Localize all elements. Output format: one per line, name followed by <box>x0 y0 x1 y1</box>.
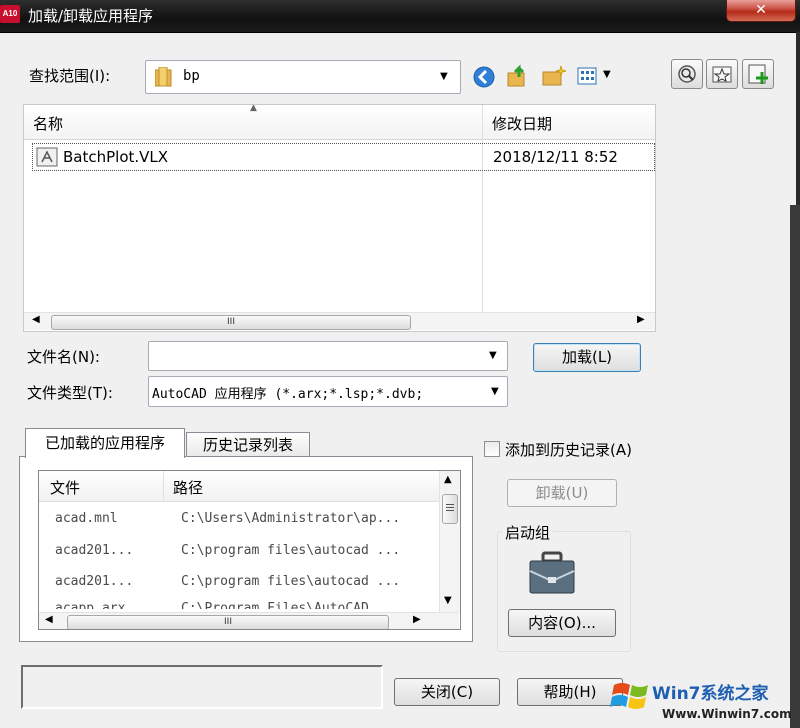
folder-icon <box>155 67 172 87</box>
new-folder-icon[interactable] <box>541 64 567 88</box>
column-divider[interactable] <box>482 105 483 331</box>
hscroll-thumb[interactable]: III <box>51 315 411 330</box>
column-header-path[interactable]: 路径 <box>173 477 203 498</box>
app-row-path[interactable]: C:\Users\Administrator\ap... <box>181 511 400 526</box>
scroll-left-arrow-icon[interactable]: ◀ <box>45 614 53 625</box>
lookin-value: bp <box>183 68 200 84</box>
back-icon[interactable] <box>472 65 496 89</box>
lookin-label: 查找范围(I): <box>29 67 111 85</box>
file-row-batchplot[interactable]: BatchPlot.VLX 2018/12/11 8:52 <box>32 143 655 171</box>
file-name: BatchPlot.VLX <box>63 148 169 166</box>
scroll-up-arrow-icon[interactable]: ▲ <box>444 474 452 485</box>
filetype-value: AutoCAD 应用程序 (*.arx;*.lsp;*.dvb; <box>152 387 424 402</box>
contents-button[interactable]: 内容(O)... <box>508 609 616 637</box>
file-date: 2018/12/11 8:52 <box>493 148 618 166</box>
status-box <box>21 665 383 709</box>
chevron-down-icon[interactable]: ▼ <box>489 386 499 397</box>
tab-loaded-apps[interactable]: 已加载的应用程序 <box>25 428 185 458</box>
lookin-combo[interactable]: bp ▼ <box>145 60 461 94</box>
watermark: Win7系统之家 Www.Winwin7.com <box>610 673 800 728</box>
filename-combo[interactable]: ▼ <box>148 341 508 371</box>
app-row-file[interactable]: acad.mnl <box>55 511 118 526</box>
watermark-brand: Win7系统之家 <box>652 684 769 704</box>
title-bar: A10 加载/卸载应用程序 ✕ <box>0 0 800 33</box>
search-web-icon <box>678 65 696 83</box>
filetype-label: 文件类型(T): <box>27 384 113 402</box>
add-favorite-button[interactable] <box>742 59 774 89</box>
favorites-button[interactable] <box>706 59 738 89</box>
load-button[interactable]: 加载(L) <box>533 343 641 372</box>
apps-table-vscrollbar[interactable]: ▲ ▼ <box>439 471 460 612</box>
column-divider[interactable] <box>163 471 164 501</box>
app-row-path[interactable]: C:\Program Files\AutoCAD ... <box>181 601 400 609</box>
app-row-path[interactable]: C:\program files\autocad ... <box>181 543 400 558</box>
app-row-file[interactable]: acapp.arx <box>55 601 125 609</box>
file-list[interactable]: 名称 ▲ 修改日期 BatchPlot.VLX 2018/12/11 8:52 … <box>23 104 656 332</box>
unload-button[interactable]: 卸载(U) <box>507 479 617 507</box>
app-row-file[interactable]: acad201... <box>55 574 133 589</box>
up-folder-icon[interactable] <box>505 63 531 89</box>
windows-logo-icon <box>610 683 648 709</box>
window-close-button[interactable]: ✕ <box>726 0 796 22</box>
chevron-down-icon[interactable]: ▼ <box>440 71 448 82</box>
sort-ascending-icon: ▲ <box>250 104 257 113</box>
app-row-path[interactable]: C:\program files\autocad ... <box>181 574 400 589</box>
search-web-button[interactable] <box>671 59 703 89</box>
favorites-icon <box>712 66 732 83</box>
background-window-edge <box>790 205 800 728</box>
scroll-down-arrow-icon[interactable]: ▼ <box>444 595 452 606</box>
file-list-header <box>24 105 655 140</box>
close-button[interactable]: 关闭(C) <box>394 678 500 706</box>
help-button[interactable]: 帮助(H) <box>517 678 623 706</box>
scroll-left-arrow-icon[interactable]: ◀ <box>32 314 40 325</box>
history-checkbox[interactable] <box>484 441 500 457</box>
scroll-right-arrow-icon[interactable]: ▶ <box>413 614 421 625</box>
file-list-hscrollbar[interactable]: ◀ III ▶ <box>24 312 655 330</box>
apps-table-header <box>39 471 439 502</box>
watermark-url: Www.Winwin7.com <box>662 707 792 721</box>
scroll-right-arrow-icon[interactable]: ▶ <box>637 314 645 325</box>
column-header-file[interactable]: 文件 <box>50 477 80 498</box>
add-favorite-icon <box>748 64 768 84</box>
loaded-apps-table[interactable]: 文件 路径 acad.mnl C:\Users\Administrator\ap… <box>38 470 461 630</box>
filetype-combo[interactable]: AutoCAD 应用程序 (*.arx;*.lsp;*.dvb; ▼ <box>148 376 508 407</box>
startup-group-label: 启动组 <box>502 522 554 543</box>
vscroll-thumb[interactable] <box>442 494 458 524</box>
window-title: 加载/卸载应用程序 <box>28 7 154 25</box>
column-header-date[interactable]: 修改日期 <box>492 113 552 134</box>
views-icon <box>577 67 597 85</box>
hscroll-thumb[interactable]: III <box>67 615 389 629</box>
tab-history-list[interactable]: 历史记录列表 <box>186 432 310 457</box>
app-row-file[interactable]: acad201... <box>55 543 133 558</box>
views-dropdown-arrow-icon: ▼ <box>603 69 611 80</box>
column-header-name[interactable]: 名称 <box>33 113 63 134</box>
views-menu-button[interactable]: ▼ <box>577 66 617 86</box>
grip-icon <box>446 504 454 505</box>
history-checkbox-row[interactable]: 添加到历史记录(A) <box>484 439 664 459</box>
history-checkbox-label: 添加到历史记录(A) <box>505 441 632 459</box>
filename-label: 文件名(N): <box>27 348 100 366</box>
briefcase-icon[interactable] <box>528 551 576 595</box>
partial-row: acapp.arx C:\Program Files\AutoCAD ... <box>39 599 439 609</box>
chevron-down-icon[interactable]: ▼ <box>489 350 497 361</box>
apps-table-hscrollbar[interactable]: ◀ III ▶ <box>39 612 459 629</box>
autocad-app-icon: A10 <box>0 5 20 23</box>
vlx-file-icon <box>36 147 58 167</box>
